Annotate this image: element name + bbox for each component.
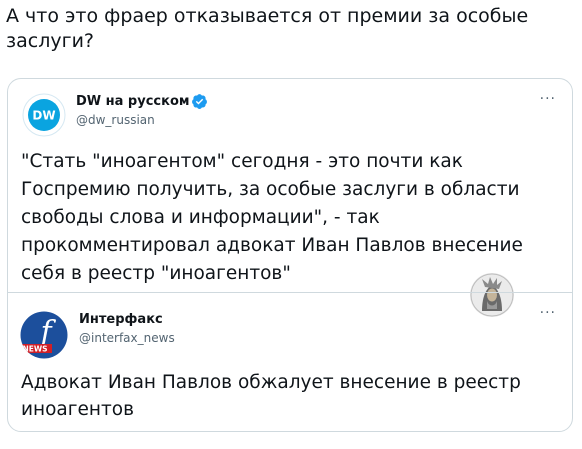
- tweet-text: "Стать "иноагентом" сегодня - это почти …: [21, 151, 523, 284]
- quote-divider: [8, 292, 572, 293]
- interfax-author-handle[interactable]: @interfax_news: [79, 331, 175, 345]
- dw-avatar[interactable]: DW: [22, 93, 66, 137]
- interfax-author-name[interactable]: Интерфакс: [79, 312, 163, 327]
- dw-logo-text: DW: [32, 109, 55, 123]
- interfax-news-badge: NEWS: [22, 345, 47, 354]
- post-text: А что это фраер отказывается от премии з…: [6, 5, 529, 52]
- embedded-tweet-card[interactable]: DW DW на русском @dw_russian ··· "Стать …: [7, 78, 573, 432]
- verified-badge-icon: [192, 94, 207, 109]
- dw-author-handle[interactable]: @dw_russian: [76, 113, 155, 127]
- interfax-avatar[interactable]: f NEWS: [20, 311, 68, 359]
- more-options-button[interactable]: ···: [540, 91, 556, 107]
- profile-emblem-icon: [470, 273, 514, 317]
- dw-author-name[interactable]: DW на русском: [76, 94, 190, 109]
- quoted-more-options-button[interactable]: ···: [540, 305, 556, 321]
- interfax-logo-icon: f NEWS: [20, 311, 68, 359]
- quoted-tweet-text: Адвокат Иван Павлов обжалует внесение в …: [21, 372, 521, 420]
- dw-logo-icon: DW: [22, 93, 66, 137]
